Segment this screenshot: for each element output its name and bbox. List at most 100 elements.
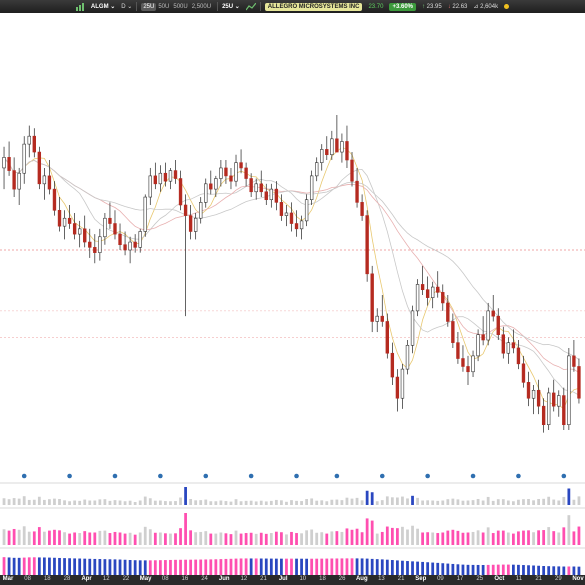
volume-bar	[451, 529, 455, 545]
event-flag-icon	[21, 473, 27, 479]
volume-bar	[481, 532, 485, 545]
candle-up	[309, 175, 314, 201]
indicator-bar	[224, 501, 228, 505]
volume-bar	[426, 532, 430, 545]
moving-average-line	[3, 157, 580, 396]
candle-down	[572, 355, 576, 367]
candle-down	[481, 334, 485, 341]
volume-value: 2,604k	[480, 3, 499, 10]
volume-bar	[385, 526, 389, 545]
symbol-selector[interactable]: ALGM ⌄	[88, 0, 118, 13]
volume-bar	[416, 528, 419, 545]
zoom-option-3[interactable]: 500U	[171, 3, 189, 11]
candle-down	[93, 247, 97, 253]
line-chart-icon[interactable]	[243, 0, 259, 13]
company-name: ALLEGRO MICROSYSTEMS INC	[264, 2, 363, 11]
candle	[496, 308, 500, 340]
indicator-bar	[375, 501, 379, 505]
volume-bar	[340, 531, 344, 545]
date-tick-label: 21	[397, 576, 405, 582]
date-tick-label: Sep	[415, 576, 427, 582]
volume-bar	[517, 531, 520, 545]
volume-bar	[148, 529, 152, 545]
date-tick-label: 22	[122, 576, 130, 582]
volume-bar	[285, 534, 288, 545]
volume-bar	[22, 526, 26, 545]
candle	[370, 265, 374, 333]
candle-up	[128, 241, 132, 251]
candle	[108, 202, 112, 229]
candle-down	[52, 188, 57, 211]
indicator-bar	[512, 501, 515, 505]
candle-up	[299, 220, 304, 230]
candle-down	[57, 209, 62, 227]
candle-down	[209, 183, 213, 190]
indicator-bar	[7, 499, 11, 505]
volume-bar	[53, 529, 56, 545]
candle	[431, 281, 435, 309]
indicator-bar	[456, 499, 460, 505]
candle	[501, 326, 505, 359]
volume-bar	[466, 532, 470, 545]
indicator-bar	[461, 500, 465, 505]
candle-down	[501, 334, 505, 354]
secondary-zoom-selector[interactable]: 25U ⌄	[219, 0, 243, 13]
candle	[98, 228, 102, 261]
symbol-label: ALGM	[90, 3, 109, 10]
chart-bars-icon[interactable]	[73, 0, 88, 13]
volume-bar	[421, 532, 424, 545]
volume-bar	[128, 532, 132, 545]
date-tick-label: Aug	[355, 576, 368, 582]
price-chart[interactable]	[0, 13, 585, 585]
event-flag-icon	[425, 473, 430, 479]
volume-bar	[32, 531, 36, 545]
candle-down	[355, 180, 359, 203]
indicator-bar	[446, 499, 450, 505]
zoom-option-4[interactable]: 2,500U	[190, 3, 213, 11]
volume-bar	[108, 533, 112, 545]
candle-down	[456, 342, 460, 359]
candle-down	[188, 215, 193, 232]
candle	[93, 234, 97, 264]
zoom-option-1[interactable]: 25U	[141, 2, 157, 11]
volume-bar	[214, 533, 218, 545]
indicator-bar	[532, 500, 535, 505]
indicator-bar	[406, 498, 409, 505]
volume-bar	[68, 533, 71, 545]
volume-bar	[239, 533, 243, 545]
candle-down	[552, 392, 556, 407]
indicator-bar	[73, 500, 77, 505]
candle-down	[259, 183, 263, 193]
candle	[526, 371, 531, 407]
indicator-bar	[63, 500, 66, 505]
candle	[516, 340, 521, 370]
indicator-bar	[58, 499, 61, 505]
volume-bar	[335, 531, 339, 545]
candle	[148, 167, 152, 205]
indicator-bar	[32, 499, 36, 505]
candle	[531, 385, 536, 415]
volume-bar	[300, 533, 303, 545]
status-dot-icon	[504, 4, 510, 9]
interval-selector[interactable]: D ⌄	[118, 0, 135, 13]
candle-down	[249, 178, 253, 193]
volume-bar	[557, 532, 561, 545]
volume-bar	[431, 532, 435, 545]
volume-bar	[138, 532, 142, 545]
candle-down	[360, 202, 364, 216]
zoom-option-2[interactable]: 50U	[156, 3, 171, 11]
candle	[390, 342, 395, 385]
event-flag-icon	[561, 473, 567, 479]
candle-up	[330, 138, 334, 156]
candle	[541, 398, 546, 433]
candle-up	[143, 196, 147, 232]
indicator-bar	[350, 498, 354, 505]
candle	[17, 167, 21, 205]
volume-bar	[486, 527, 490, 545]
candle	[113, 210, 117, 240]
candle	[577, 358, 581, 404]
candle	[395, 369, 400, 412]
indicator-bar	[481, 500, 485, 505]
date-tick-label: 21	[260, 576, 267, 582]
volume-bar	[491, 533, 495, 545]
